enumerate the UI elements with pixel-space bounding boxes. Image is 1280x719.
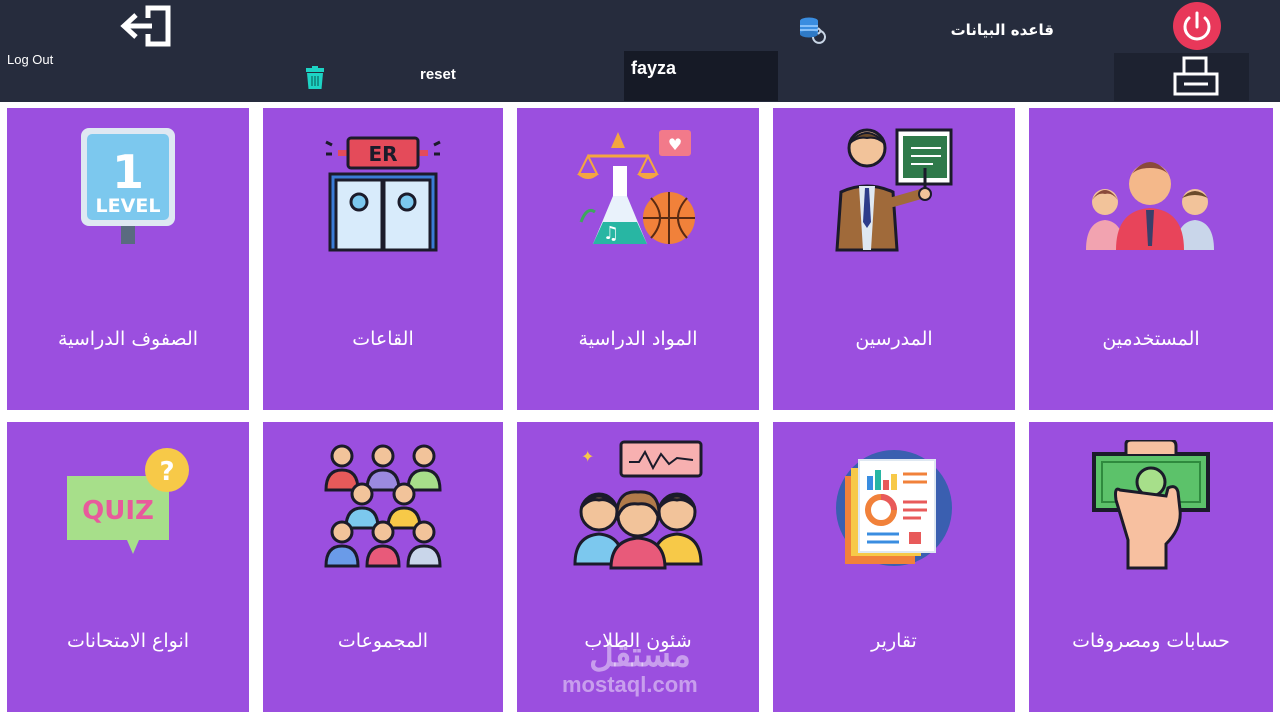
subjects-icon: ♫ ♥ <box>577 130 695 244</box>
tile-teachers[interactable]: المدرسين <box>773 108 1015 410</box>
tile-exam-types[interactable]: QUIZ ? انواع الامتحانات <box>7 422 249 712</box>
tile-label: المواد الدراسية <box>578 328 698 350</box>
level-1-sign-icon: 1 LEVEL <box>81 128 175 244</box>
printer-icon <box>1173 56 1219 96</box>
tile-subjects[interactable]: ♫ ♥ المواد الدراسية <box>517 108 759 410</box>
database-label[interactable]: قاعده البيانات <box>930 21 1054 39</box>
users-group-icon <box>1086 162 1214 250</box>
students-affairs-icon: ✦ <box>573 440 703 570</box>
logout-arrow-icon[interactable] <box>118 4 174 48</box>
teacher-icon <box>835 128 953 252</box>
svg-text:♫: ♫ <box>603 223 619 244</box>
tile-halls[interactable]: ER القاعات <box>263 108 503 410</box>
trash-icon[interactable] <box>304 66 326 90</box>
tile-users[interactable]: المستخدمين <box>1029 108 1273 410</box>
tile-label: المستخدمين <box>1102 328 1200 350</box>
tile-label: انواع الامتحانات <box>66 630 190 652</box>
svg-text:LEVEL: LEVEL <box>96 195 161 217</box>
tile-label: تقارير <box>871 630 917 652</box>
svg-text:ER: ER <box>368 142 397 166</box>
svg-text:?: ? <box>159 457 174 487</box>
money-hand-icon <box>1092 440 1210 570</box>
tile-label: المجموعات <box>337 630 429 652</box>
database-sync-icon[interactable] <box>798 16 826 44</box>
quiz-icon: QUIZ ? <box>67 448 189 554</box>
tile-label: حسابات ومصروفات <box>1072 630 1230 652</box>
top-toolbar: Log Out reset fayza قاعده البيانات <box>0 0 1280 102</box>
tile-groups[interactable]: المجموعات <box>263 422 503 712</box>
power-button[interactable] <box>1173 2 1221 50</box>
reports-icon <box>836 450 952 566</box>
logout-button[interactable]: Log Out <box>7 52 53 67</box>
tile-accounts-expenses[interactable]: حسابات ومصروفات <box>1029 422 1273 712</box>
print-button[interactable] <box>1114 53 1249 101</box>
tile-student-affairs[interactable]: ✦ شئون الطلاب <box>517 422 759 712</box>
tile-label: القاعات <box>352 328 414 350</box>
username-display: fayza <box>624 51 778 101</box>
tile-label: المدرسين <box>855 328 933 350</box>
svg-text:✦: ✦ <box>581 447 594 466</box>
tile-label: الصفوف الدراسية <box>57 328 199 350</box>
tile-reports[interactable]: تقارير <box>773 422 1015 712</box>
groups-icon <box>324 444 442 568</box>
svg-text:1: 1 <box>112 145 144 199</box>
reset-button[interactable]: reset <box>420 66 456 83</box>
tile-grades[interactable]: 1 LEVEL الصفوف الدراسية <box>7 108 249 410</box>
power-icon <box>1183 11 1211 41</box>
svg-text:♥: ♥ <box>668 135 682 154</box>
tile-label: شئون الطلاب <box>584 630 692 652</box>
svg-text:QUIZ: QUIZ <box>82 496 154 526</box>
er-door-icon: ER <box>325 136 441 252</box>
